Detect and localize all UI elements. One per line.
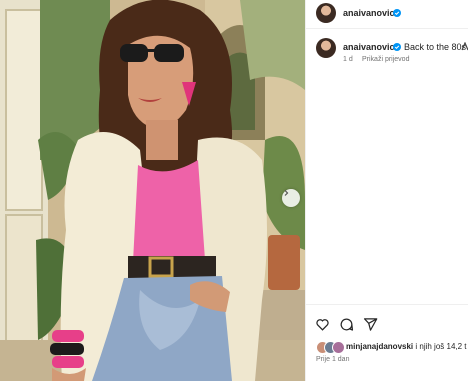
- carousel-next-button[interactable]: [282, 189, 300, 207]
- likes-summary[interactable]: minjanajdanovski i njih još 14,2 t: [346, 342, 467, 351]
- likes-count[interactable]: i njih još 14,2 t: [415, 342, 466, 351]
- likes-username[interactable]: minjanajdanovski: [346, 342, 413, 351]
- caption-username[interactable]: anaivanovic: [343, 42, 395, 52]
- caption-avatar[interactable]: [316, 38, 336, 58]
- emoji-icon: [461, 42, 468, 51]
- verified-badge-icon: [393, 43, 401, 51]
- show-translation-link[interactable]: Prikaži prijevod: [362, 56, 409, 63]
- liker-avatar: [332, 341, 345, 354]
- post-photo-illustration: [0, 0, 305, 381]
- like-heart-icon[interactable]: [315, 317, 330, 332]
- caption-text: Back to the 80s: [404, 42, 467, 52]
- carousel-next-icon: [284, 190, 289, 196]
- posted-time: Prije 1 dan: [316, 356, 350, 363]
- post-side-panel: anaivanovic anaivanovic Back to the 80s …: [305, 0, 468, 381]
- verified-badge-icon: [393, 9, 401, 17]
- post-header: anaivanovic: [306, 0, 468, 29]
- liked-by-avatars[interactable]: [316, 341, 346, 354]
- post-image[interactable]: [0, 0, 305, 381]
- comment-icon[interactable]: [339, 317, 354, 332]
- header-username[interactable]: anaivanovic: [343, 8, 395, 18]
- share-icon[interactable]: [363, 317, 378, 332]
- post-age: 1 d: [343, 56, 353, 63]
- avatar[interactable]: [316, 3, 336, 23]
- action-bar: minjanajdanovski i njih još 14,2 t Prije…: [306, 304, 468, 382]
